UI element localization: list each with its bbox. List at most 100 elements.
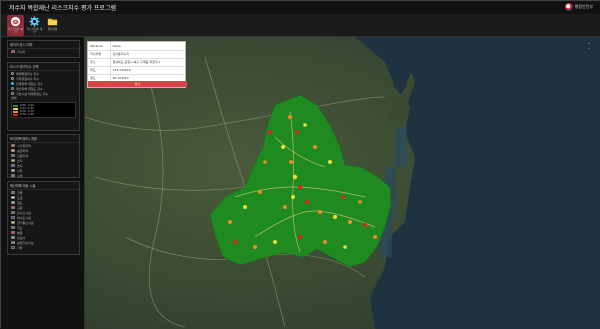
legend-swatch [13, 104, 18, 107]
facility-label: 기타 [17, 245, 23, 250]
landcover-swatch [11, 174, 15, 177]
risk-point[interactable] [253, 245, 257, 249]
facility-label: 학교 [17, 225, 23, 230]
logo-label: 행정안전부 [574, 4, 593, 9]
risk-legend: 0.00 - 0.24 0.24 - 0.50 0.50 - 0.74 0.74… [11, 102, 76, 118]
risk-point[interactable] [303, 123, 307, 127]
zoom-control: + − [585, 41, 593, 51]
app-window: 저수지 복합재난 리스크지수 평가 프로그램 행정안전부 리스크지수 평가 리스… [0, 0, 600, 329]
risk-point[interactable] [258, 190, 262, 194]
facility-panel: 재산피해 대상 시설 건물 도로 철도 교량 상수도시설 하수도시설 전기통신시… [7, 181, 80, 255]
risk-point[interactable] [341, 195, 345, 199]
risk-point[interactable] [323, 240, 327, 244]
risk-point[interactable] [358, 200, 362, 204]
facility-swatch [11, 206, 15, 209]
risk-point[interactable] [288, 115, 292, 119]
attribute-key: 저수지명 [88, 50, 111, 59]
attribute-key: 위도 [88, 66, 111, 75]
ministry-logo: 행정안전부 [564, 3, 593, 11]
risk-calculate-label: 리스크지수 계산 [26, 28, 43, 34]
risk-point[interactable] [333, 215, 337, 219]
gear-icon [29, 16, 40, 27]
legend-label: 0.74 - 1.00 [20, 113, 34, 116]
index-panel-title: 리스크 평가지수 선택 [8, 63, 79, 71]
facility-item[interactable]: 기타 [8, 245, 79, 250]
risk-point[interactable] [292, 174, 298, 180]
index-option-label: 재해위험지수 지수 [16, 71, 40, 76]
facility-label: 관공서 [17, 235, 26, 240]
risk-point[interactable] [313, 145, 317, 149]
landcover-swatch [11, 169, 15, 172]
emblem-icon [564, 3, 573, 11]
table-header-row: Attribute Value [88, 42, 185, 51]
table-row: 주소 경상북도 포항시 북구 흥해읍 학천리 1 [88, 58, 185, 67]
facility-label: 농업기반시설 [17, 240, 34, 245]
risk-point[interactable] [295, 130, 299, 134]
layer-panel-title: 레이어 표시 여부 [8, 41, 79, 49]
risk-calculate-button[interactable]: 리스크지수 계산 [26, 15, 43, 36]
landcover-swatch [11, 159, 15, 162]
facility-swatch [11, 231, 15, 234]
landcover-label: 습지 [17, 163, 23, 168]
radio-button [11, 77, 14, 80]
toolbar: 리스크지수 평가 리스크지수 계산 결과저장 [1, 14, 600, 37]
risk-point[interactable] [318, 210, 322, 214]
risk-point[interactable] [263, 160, 267, 164]
facility-label: 도로 [17, 195, 23, 200]
facility-label: 철도 [17, 200, 23, 205]
landcover-panel-title: 토지피복(용도) 현황 [8, 135, 79, 143]
layer-label: 저수지 [17, 49, 26, 54]
facility-swatch [11, 226, 15, 229]
risk-point[interactable] [273, 240, 277, 244]
facility-swatch [11, 236, 15, 239]
reservoir-icon [10, 16, 21, 27]
layer-reservoir-toggle[interactable]: 저수지 [8, 49, 79, 54]
index-panel: 리스크 평가지수 선택 재해위험지수 지수 기후위험지수 지수 인명피해 위험도… [7, 62, 80, 131]
landcover-swatch [11, 164, 15, 167]
popup-close-button[interactable]: 닫기 [88, 81, 187, 87]
attribute-table: Attribute Value 저수지명 신이동저수지 주소 경상북도 포항시 … [88, 42, 185, 83]
risk-point[interactable] [291, 195, 295, 199]
radio-button-selected [11, 82, 14, 85]
facility-label: 전기통신시설 [17, 220, 34, 225]
risk-point[interactable] [281, 145, 285, 149]
header-value: Value [110, 42, 185, 51]
facility-swatch [11, 211, 15, 214]
risk-point[interactable] [305, 200, 309, 204]
risk-point[interactable] [289, 160, 293, 164]
facility-label: 상수도시설 [17, 210, 31, 215]
layer-swatch [11, 50, 15, 53]
radio-button [11, 87, 14, 90]
landcover-label: 나지 [17, 168, 23, 173]
facility-panel-title: 재산피해 대상 시설 [8, 182, 79, 190]
risk-evaluate-button[interactable]: 리스크지수 평가 [7, 15, 24, 36]
landcover-label: 산림지역 [17, 153, 29, 158]
save-result-button[interactable]: 결과저장 [44, 15, 61, 36]
risk-point[interactable] [363, 223, 367, 227]
index-option-label: 인명피해 위험도 지수 [16, 81, 43, 86]
risk-point[interactable] [343, 245, 347, 249]
risk-point[interactable] [373, 235, 377, 239]
legend-swatch [13, 110, 18, 113]
attribute-popup: Attribute Value 저수지명 신이동저수지 주소 경상북도 포항시 … [87, 41, 187, 88]
facility-swatch [11, 246, 15, 249]
landcover-item[interactable]: 수역 [8, 173, 79, 178]
facility-label: 병원 [17, 230, 23, 235]
facility-swatch [11, 191, 15, 194]
zoom-out-button[interactable]: − [585, 46, 593, 51]
risk-point[interactable] [298, 235, 302, 239]
radio-button [11, 72, 14, 75]
facility-swatch [11, 196, 15, 199]
risk-point[interactable] [328, 160, 332, 164]
risk-point[interactable] [233, 240, 237, 244]
table-row: 위도 129.333616 [88, 66, 185, 75]
table-row: 저수지명 신이동저수지 [88, 50, 185, 59]
risk-point[interactable] [348, 220, 352, 224]
risk-evaluate-label: 리스크지수 평가 [7, 28, 24, 34]
risk-point[interactable] [243, 205, 247, 209]
risk-point[interactable] [283, 205, 287, 209]
risk-point[interactable] [268, 130, 272, 134]
save-result-label: 결과저장 [47, 28, 58, 31]
risk-point[interactable] [228, 220, 232, 224]
risk-point[interactable] [297, 184, 303, 190]
